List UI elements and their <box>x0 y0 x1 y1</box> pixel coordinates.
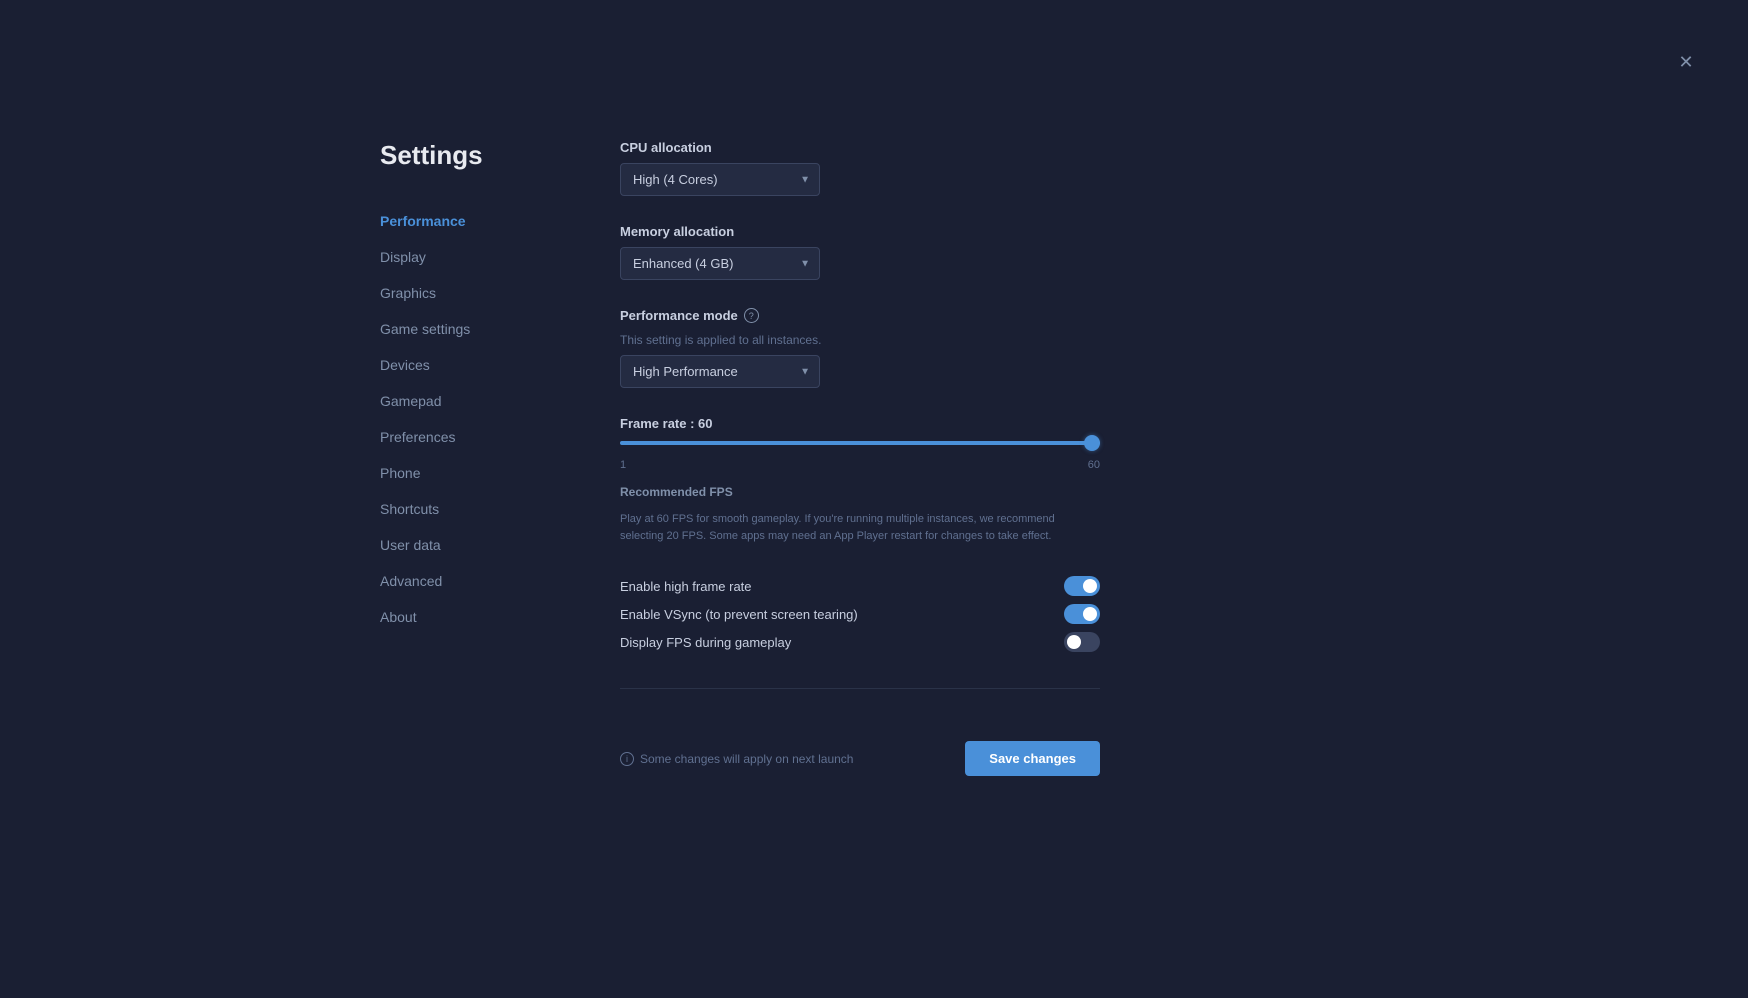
sidebar-item-about[interactable]: About <box>380 599 560 635</box>
cpu-allocation-select[interactable]: Low (1 Core)Medium (2 Cores)High (4 Core… <box>620 163 820 196</box>
cpu-allocation-label: CPU allocation <box>620 140 1100 155</box>
footer-note-text: Some changes will apply on next launch <box>640 752 853 766</box>
sidebar-nav: PerformanceDisplayGraphicsGame settingsD… <box>380 203 560 635</box>
performance-mode-select[interactable]: Power savingBalancedHigh Performance <box>620 355 820 388</box>
frame-rate-slider[interactable] <box>620 441 1100 445</box>
footer-note: i Some changes will apply on next launch <box>620 752 853 766</box>
toggle-row-vsync: Enable VSync (to prevent screen tearing) <box>620 600 1100 628</box>
toggle-row-high-frame-rate: Enable high frame rate <box>620 572 1100 600</box>
sidebar-item-game-settings[interactable]: Game settings <box>380 311 560 347</box>
toggle-switch-high-frame-rate[interactable] <box>1064 576 1100 596</box>
toggle-row-display-fps: Display FPS during gameplay <box>620 628 1100 656</box>
performance-mode-sublabel: This setting is applied to all instances… <box>620 333 1100 347</box>
footer-divider <box>620 688 1100 689</box>
recommended-fps-label: Recommended FPS <box>620 485 1100 499</box>
recommended-fps-desc: Play at 60 FPS for smooth gameplay. If y… <box>620 511 1100 544</box>
slider-min-label: 1 <box>620 459 626 471</box>
settings-container: Settings PerformanceDisplayGraphicsGame … <box>380 140 1100 776</box>
memory-allocation-label: Memory allocation <box>620 224 1100 239</box>
toggle-label-high-frame-rate: Enable high frame rate <box>620 579 752 594</box>
toggle-label-display-fps: Display FPS during gameplay <box>620 635 791 650</box>
sidebar-item-devices[interactable]: Devices <box>380 347 560 383</box>
sidebar-item-shortcuts[interactable]: Shortcuts <box>380 491 560 527</box>
footer-info-icon: i <box>620 752 634 766</box>
performance-mode-select-wrapper: Power savingBalancedHigh Performance ▼ <box>620 355 820 388</box>
page-title: Settings <box>380 140 560 171</box>
toggle-label-vsync: Enable VSync (to prevent screen tearing) <box>620 607 858 622</box>
sidebar-item-phone[interactable]: Phone <box>380 455 560 491</box>
sidebar-item-display[interactable]: Display <box>380 239 560 275</box>
content-panel: CPU allocation Low (1 Core)Medium (2 Cor… <box>620 140 1100 776</box>
toggle-switch-display-fps[interactable] <box>1064 632 1100 652</box>
sidebar-item-gamepad[interactable]: Gamepad <box>380 383 560 419</box>
close-button[interactable]: ✕ <box>1672 48 1700 76</box>
memory-allocation-group: Memory allocation Low (1 GB)Medium (2 GB… <box>620 224 1100 280</box>
toggle-switch-vsync[interactable] <box>1064 604 1100 624</box>
slider-range-labels: 1 60 <box>620 459 1100 471</box>
slider-max-label: 60 <box>1088 459 1100 471</box>
save-changes-button[interactable]: Save changes <box>965 741 1100 776</box>
cpu-allocation-group: CPU allocation Low (1 Core)Medium (2 Cor… <box>620 140 1100 196</box>
slider-container <box>620 441 1100 445</box>
sidebar-item-graphics[interactable]: Graphics <box>380 275 560 311</box>
frame-rate-label: Frame rate : 60 <box>620 416 1100 431</box>
sidebar-item-preferences[interactable]: Preferences <box>380 419 560 455</box>
sidebar-item-advanced[interactable]: Advanced <box>380 563 560 599</box>
sidebar-item-performance[interactable]: Performance <box>380 203 560 239</box>
frame-rate-section: Frame rate : 60 1 60 Recommended FPS Pla… <box>620 416 1100 544</box>
sidebar-panel: Settings PerformanceDisplayGraphicsGame … <box>380 140 560 776</box>
performance-mode-header: Performance mode ? <box>620 308 1100 323</box>
performance-mode-help-icon[interactable]: ? <box>744 308 759 323</box>
toggles-group: Enable high frame rate Enable VSync (to p… <box>620 572 1100 656</box>
performance-mode-group: Performance mode ? This setting is appli… <box>620 308 1100 388</box>
performance-mode-label: Performance mode <box>620 308 738 323</box>
memory-allocation-select[interactable]: Low (1 GB)Medium (2 GB)Enhanced (4 GB)Hi… <box>620 247 820 280</box>
sidebar-item-user-data[interactable]: User data <box>380 527 560 563</box>
cpu-allocation-select-wrapper: Low (1 Core)Medium (2 Cores)High (4 Core… <box>620 163 820 196</box>
memory-allocation-select-wrapper: Low (1 GB)Medium (2 GB)Enhanced (4 GB)Hi… <box>620 247 820 280</box>
footer-row: i Some changes will apply on next launch… <box>620 729 1100 776</box>
